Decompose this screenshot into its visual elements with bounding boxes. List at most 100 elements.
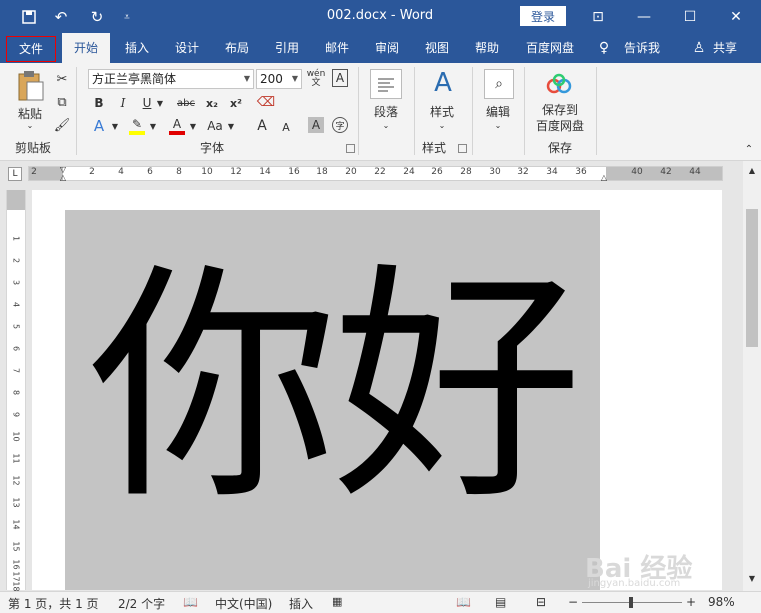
enclose-characters-button[interactable]: 字 <box>332 117 348 133</box>
group-separator <box>596 67 597 155</box>
ruler-number: 44 <box>689 167 701 177</box>
underline-dropdown-icon[interactable]: ▼ <box>155 94 165 112</box>
document-text[interactable]: 你好 <box>65 238 600 538</box>
page-count-status[interactable]: 第 1 页，共 1 页 <box>8 595 99 612</box>
maximize-button[interactable]: ☐ <box>667 0 713 33</box>
underline-button[interactable]: U <box>138 94 156 112</box>
vertical-scrollbar[interactable]: ▲ ▼ <box>743 161 761 591</box>
vertical-ruler[interactable]: 1 2 3 4 5 6 7 8 9 10 11 12 13 14 15 16 1… <box>6 190 26 592</box>
format-painter-icon[interactable]: 🖌 <box>54 117 71 133</box>
close-button[interactable]: ✕ <box>713 0 759 33</box>
undo-icon[interactable]: ↶ <box>50 6 72 28</box>
save-to-netdisk-line1[interactable]: 保存到 <box>532 101 588 117</box>
text-effects-dropdown-icon[interactable]: ▼ <box>110 119 120 133</box>
customize-icon[interactable]: ⩡ <box>116 6 138 28</box>
text-effects-icon[interactable]: A <box>90 116 108 136</box>
copy-icon[interactable]: ⧉ <box>54 94 70 110</box>
ribbon-display-options-icon[interactable]: ⊡ <box>575 0 621 33</box>
macro-recording-icon[interactable]: ▦ <box>332 595 342 608</box>
zoom-level[interactable]: 98% <box>708 595 735 609</box>
share-button[interactable]: 共享 <box>708 33 742 63</box>
paragraph-dropdown-icon[interactable]: ⌄ <box>380 120 392 130</box>
word-count-status[interactable]: 2/2 个字 <box>118 595 165 612</box>
font-color-button[interactable]: A <box>168 116 186 136</box>
zoom-out-button[interactable]: − <box>568 595 578 609</box>
paste-dropdown-icon[interactable]: ⌄ <box>22 120 38 130</box>
tab-references[interactable]: 引用 <box>264 33 310 63</box>
scroll-up-icon[interactable]: ▲ <box>746 165 758 175</box>
subscript-button[interactable]: x₂ <box>202 94 222 112</box>
collapse-ribbon-icon[interactable]: ⌃ <box>742 143 756 155</box>
cut-icon[interactable]: ✂ <box>54 71 70 87</box>
paste-button[interactable]: 粘贴 <box>8 105 52 121</box>
tab-view[interactable]: 视图 <box>414 33 460 63</box>
scroll-down-icon[interactable]: ▼ <box>746 573 758 583</box>
styles-dialog-launcher-icon[interactable] <box>458 144 467 153</box>
tab-baidu-netdisk[interactable]: 百度网盘 <box>518 33 582 63</box>
tab-selector-icon[interactable]: L <box>8 167 22 181</box>
font-dialog-launcher-icon[interactable] <box>346 144 355 153</box>
font-color-dropdown-icon[interactable]: ▼ <box>188 119 198 133</box>
bold-button[interactable]: B <box>90 94 108 112</box>
baidu-netdisk-icon[interactable] <box>544 71 574 97</box>
zoom-slider[interactable] <box>582 597 682 608</box>
print-layout-icon[interactable]: ▤ <box>495 595 506 609</box>
share-person-icon[interactable]: ♙ <box>690 33 708 63</box>
character-shading-button[interactable]: A <box>308 117 324 133</box>
clear-formatting-icon[interactable]: ⌫ <box>256 93 276 111</box>
tab-design[interactable]: 设计 <box>164 33 210 63</box>
tab-insert[interactable]: 插入 <box>114 33 160 63</box>
ruler-number: 10 <box>11 431 21 442</box>
minimize-button[interactable]: — <box>621 0 667 33</box>
proofing-icon[interactable]: 📖 <box>183 595 198 609</box>
change-case-dropdown-icon[interactable]: ▼ <box>226 119 236 133</box>
character-border-button[interactable]: A <box>332 69 348 87</box>
change-case-button[interactable]: Aa <box>204 116 226 136</box>
zoom-in-button[interactable]: + <box>686 595 696 609</box>
chevron-down-icon: ▼ <box>291 74 298 83</box>
document-page[interactable]: 你好 <box>32 190 722 590</box>
highlight-dropdown-icon[interactable]: ▼ <box>148 119 158 133</box>
tab-mailings[interactable]: 邮件 <box>314 33 360 63</box>
login-button[interactable]: 登录 <box>520 6 566 26</box>
italic-button[interactable]: I <box>114 94 132 112</box>
tab-help[interactable]: 帮助 <box>464 33 510 63</box>
editing-dropdown-icon[interactable]: ⌄ <box>492 120 504 130</box>
scrollbar-thumb[interactable] <box>746 209 758 347</box>
search-icon[interactable]: ⌕ <box>484 69 514 99</box>
lightbulb-icon[interactable]: ♀ <box>594 33 614 63</box>
styles-dropdown-icon[interactable]: ⌄ <box>436 120 448 130</box>
right-indent-marker-icon[interactable]: △ <box>599 172 609 182</box>
superscript-button[interactable]: x² <box>226 94 246 112</box>
web-layout-icon[interactable]: ⊟ <box>536 595 546 609</box>
styles-icon[interactable]: A <box>428 67 458 99</box>
phonetic-guide-button[interactable]: wén 文 <box>306 69 326 89</box>
strikethrough-button[interactable]: abc <box>172 94 200 112</box>
shrink-font-button[interactable]: A <box>278 118 294 136</box>
read-mode-icon[interactable]: 📖 <box>456 595 471 609</box>
redo-icon[interactable]: ↻ <box>86 6 108 28</box>
tab-layout[interactable]: 布局 <box>214 33 260 63</box>
tab-review[interactable]: 审阅 <box>364 33 410 63</box>
font-size-select[interactable]: 200 ▼ <box>256 69 302 89</box>
highlight-color-button[interactable]: ✎ <box>128 116 146 136</box>
tell-me-box[interactable]: 告诉我 <box>618 33 666 63</box>
zoom-slider-thumb[interactable] <box>629 597 633 608</box>
save-icon[interactable] <box>18 6 40 28</box>
horizontal-ruler[interactable]: L 2 2 4 6 8 10 12 14 16 18 20 22 24 26 2… <box>0 161 761 187</box>
ruler-number: 20 <box>345 167 357 177</box>
insert-mode-status[interactable]: 插入 <box>289 595 313 612</box>
paragraph-icon[interactable] <box>370 69 402 99</box>
paragraph-button[interactable]: 段落 <box>366 103 406 119</box>
styles-button[interactable]: 样式 <box>422 103 462 119</box>
font-name-select[interactable]: 方正兰亭黑简体 ▼ <box>88 69 254 89</box>
paste-icon[interactable] <box>12 69 48 103</box>
indent-marker-icon[interactable]: ▽ △ <box>58 163 68 185</box>
tab-file[interactable]: 文件 <box>6 36 56 62</box>
editing-button[interactable]: 编辑 <box>478 103 518 119</box>
ruler-number: 2 <box>89 167 95 177</box>
tab-home[interactable]: 开始 <box>62 33 110 64</box>
save-to-netdisk-line2[interactable]: 百度网盘 <box>532 117 588 133</box>
language-status[interactable]: 中文(中国) <box>215 595 272 612</box>
grow-font-button[interactable]: A <box>254 116 270 136</box>
